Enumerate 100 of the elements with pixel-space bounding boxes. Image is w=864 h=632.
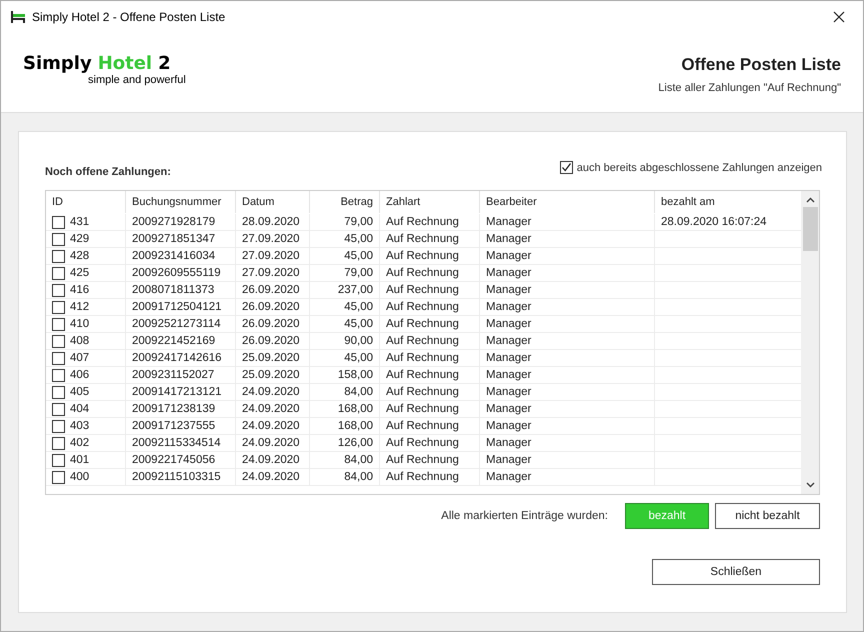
row-checkbox[interactable]: [52, 470, 65, 484]
table-cell: Manager: [486, 301, 532, 313]
section-label: Noch offene Zahlungen:: [45, 166, 171, 178]
table-cell: Auf Rechnung: [386, 318, 459, 330]
table-cell: 126,00: [338, 437, 373, 449]
table-cell: 45,00: [344, 250, 373, 262]
table-cell: 2009171238139: [132, 403, 216, 415]
column-header[interactable]: Datum: [236, 191, 310, 213]
table-cell: Manager: [486, 471, 532, 483]
scroll-thumb[interactable]: [802, 207, 818, 251]
row-checkbox[interactable]: [52, 386, 65, 398]
table-cell: 404: [70, 403, 90, 415]
row-checkbox[interactable]: [52, 352, 65, 364]
table-cell: 2009231152027: [132, 369, 214, 381]
row-checkbox[interactable]: [52, 334, 65, 348]
table-cell: 429: [70, 233, 90, 245]
bed-icon: [10, 10, 26, 24]
table-cell: Manager: [486, 403, 532, 415]
table-cell: Manager: [486, 284, 532, 296]
logo-text: 2: [158, 54, 171, 74]
row-checkbox[interactable]: [52, 216, 65, 228]
table-cell: 405: [70, 386, 90, 398]
row-checkbox[interactable]: [52, 300, 65, 314]
table-cell: 400: [70, 471, 90, 483]
table-cell: 26.09.2020: [242, 284, 300, 296]
table-cell: 28.09.2020 16:07:24: [661, 216, 767, 228]
scrollbar[interactable]: [801, 191, 819, 494]
table-cell: Auf Rechnung: [386, 437, 459, 449]
check-icon: [560, 162, 572, 173]
table-cell: Auf Rechnung: [386, 284, 459, 296]
table-cell: 20092115103315: [132, 471, 221, 483]
table-cell: 20092115334514: [132, 437, 221, 449]
table-cell: 158,00: [338, 369, 373, 381]
table-cell: 24.09.2020: [242, 386, 300, 398]
window-title: Simply Hotel 2 - Offene Posten Liste: [32, 10, 226, 24]
row-checkbox[interactable]: [52, 318, 65, 330]
table-cell: 79,00: [344, 267, 373, 279]
table-cell: 45,00: [344, 233, 373, 245]
table-cell: 2009221745056: [132, 454, 216, 466]
table-cell: Auf Rechnung: [386, 386, 459, 398]
table-cell: 27.09.2020: [242, 267, 300, 279]
table-cell: Manager: [486, 318, 532, 330]
table-cell: 403: [70, 420, 90, 432]
row-checkbox[interactable]: [52, 454, 65, 466]
table-cell: 84,00: [344, 471, 373, 483]
table-cell: 2009271928179: [132, 216, 216, 228]
column-header[interactable]: Betrag: [310, 191, 380, 213]
table-cell: 168,00: [338, 420, 373, 432]
table-cell: 24.09.2020: [242, 420, 300, 432]
scroll-down-icon[interactable]: [806, 482, 814, 488]
table-cell: Auf Rechnung: [386, 301, 459, 313]
table-cell: 79,00: [344, 216, 373, 228]
row-checkbox[interactable]: [52, 250, 65, 262]
table-cell: 20092417142616: [132, 352, 222, 364]
table-cell: 416: [70, 284, 90, 296]
table-cell: 2009171237555: [132, 420, 216, 432]
logo-tagline: simple and powerful: [88, 74, 186, 86]
row-checkbox[interactable]: [52, 368, 65, 382]
table-cell: Manager: [486, 454, 532, 466]
table-cell: Auf Rechnung: [386, 216, 459, 228]
table-cell: 2008071811373: [132, 284, 214, 296]
table-cell: 24.09.2020: [242, 471, 300, 483]
scroll-up-icon[interactable]: [806, 197, 814, 203]
table-cell: 237,00: [338, 284, 373, 296]
column-header[interactable]: Buchungsnummer: [126, 191, 236, 213]
table-cell: 26.09.2020: [242, 335, 300, 347]
table-cell: Auf Rechnung: [386, 471, 459, 483]
table-cell: Auf Rechnung: [386, 267, 459, 279]
table-cell: 26.09.2020: [242, 301, 300, 313]
table-cell: 27.09.2020: [242, 233, 300, 245]
table-cell: 26.09.2020: [242, 318, 300, 330]
table-cell: Manager: [486, 233, 532, 245]
table-cell: 20091712504121: [132, 301, 222, 313]
row-checkbox[interactable]: [52, 402, 65, 416]
close-button[interactable]: Schließen: [652, 559, 820, 585]
table-cell: 425: [70, 267, 90, 279]
row-checkbox[interactable]: [52, 436, 65, 450]
column-header[interactable]: Zahlart: [380, 191, 480, 213]
table-cell: 2009221452169: [132, 335, 216, 347]
table-cell: Manager: [486, 352, 532, 364]
row-checkbox[interactable]: [52, 266, 65, 280]
table-cell: Auf Rechnung: [386, 250, 459, 262]
row-checkbox[interactable]: [52, 232, 65, 246]
column-header[interactable]: ID: [46, 191, 126, 213]
page-title: Offene Posten Liste: [681, 55, 841, 75]
table-cell: Manager: [486, 369, 532, 381]
show-closed-checkbox[interactable]: auch bereits abgeschlossene Zahlungen anzeigen: [560, 161, 822, 178]
row-checkbox[interactable]: [52, 284, 65, 296]
table-cell: 20092609555119: [132, 267, 221, 279]
table-cell: 24.09.2020: [242, 454, 300, 466]
table-cell: 90,00: [344, 335, 373, 347]
row-checkbox[interactable]: [52, 420, 65, 432]
column-header[interactable]: Bearbeiter: [480, 191, 655, 213]
table-cell: 407: [70, 352, 90, 364]
unpaid-button[interactable]: nicht bezahlt: [715, 503, 820, 529]
table-cell: 408: [70, 335, 90, 347]
table-cell: Auf Rechnung: [386, 420, 459, 432]
table-cell: 45,00: [344, 352, 373, 364]
close-icon[interactable]: [833, 10, 845, 22]
table-cell: 168,00: [338, 403, 373, 415]
